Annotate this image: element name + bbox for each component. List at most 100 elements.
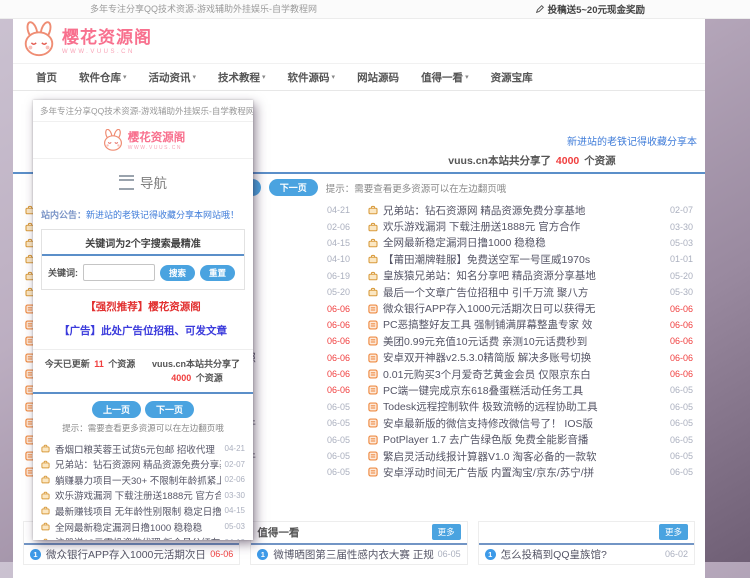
list-item[interactable]: 最后一个文章广告位招租中 引千万流 聚八方 05-30 (368, 284, 693, 300)
panel-announcement: 站内公告： 新进站的老铁记得收藏分享本网站哦！ (33, 208, 253, 225)
nav-item[interactable]: 值得一看 ▾ (410, 70, 480, 85)
list-item[interactable]: 全网最新稳定漏洞日撸1000 稳稳稳 05-03 (41, 519, 245, 535)
item-date: 06-06 (327, 369, 350, 379)
list-item[interactable]: 欢乐游戏漏洞 下载注册送1888元 官方合作 03-30 (368, 218, 693, 234)
list-item[interactable]: PotPlayer 1.7 去广告绿色版 免费全能影音播 06-05 (368, 431, 693, 447)
nav-item-label: 值得一看 (421, 70, 463, 85)
next-page-button[interactable]: 下一页 (145, 401, 194, 418)
search-box-title: 关键词为2个字搜索最精准 (42, 230, 244, 256)
announcement-text[interactable]: 新进站的老铁记得收藏分享本网站哦！ (86, 208, 239, 221)
list-item[interactable]: Todesk远程控制软件 极致流畅的远程协助工具 06-05 (368, 399, 693, 415)
nav-item[interactable]: 软件源码 ▾ (277, 70, 347, 85)
item-date: 06-05 (670, 402, 693, 412)
list-item[interactable]: 0.01元购买3个月爱奇艺黄金会员 仅限京东白 06-06 (368, 366, 693, 382)
more-button[interactable]: 更多 (432, 524, 461, 540)
briefcase-icon (41, 491, 50, 500)
item-date: 06-06 (327, 336, 350, 346)
list-item[interactable]: PC恶搞整好友工具 强制铺满屏幕整蛊专家 效 06-06 (368, 317, 693, 333)
item-date: 04-10 (327, 254, 350, 264)
list-item[interactable]: 微众银行APP存入1000元活期次日可以获得无 06-06 (368, 300, 693, 316)
nav-item[interactable]: 首页 ▾ (25, 70, 68, 85)
list-item[interactable]: PC端一键完成京东618叠蛋糕活动任务工具 06-05 (368, 382, 693, 398)
chevron-down-icon: ▾ (465, 73, 469, 81)
submit-reward-link[interactable]: 投稿送5~20元现金奖励 (535, 0, 645, 18)
box-title: 值得一看 (257, 525, 299, 540)
item-date: 05-03 (225, 522, 245, 531)
item-date: 06-05 (670, 418, 693, 428)
more-button[interactable]: 更多 (659, 524, 688, 540)
bottom-box-3: 更多 1 怎么投稿到QQ皇族馆? 06-02 (478, 521, 695, 565)
list-item[interactable]: 全网最新稳定漏洞日撸1000 稳稳稳 05-03 (368, 235, 693, 251)
prev-page-button[interactable]: 上一页 (92, 401, 141, 418)
browser-viewport: { "topbar": { "center_text": "多年专注分享QQ技术… (0, 0, 750, 562)
panel-site-logo[interactable]: 樱花资源阁 WWW.VUUS.CN (33, 122, 253, 159)
item-date: 03-30 (225, 491, 245, 500)
list-item[interactable]: 【莆田潮牌鞋服】免费送空军一号匡威1970s 01-01 (368, 251, 693, 267)
item-title: PotPlayer 1.7 去广告绿色版 免费全能影音播 (383, 432, 666, 447)
chevron-down-icon: ▾ (262, 73, 266, 81)
briefcase-icon (368, 254, 378, 264)
list-item[interactable]: 安卓双开神器v2.5.3.0精简版 解决多账号切换 06-06 (368, 350, 693, 366)
item-date: 02-06 (327, 222, 350, 232)
item-date: 02-07 (225, 460, 245, 469)
item-date: 05-20 (670, 271, 693, 281)
briefcase-icon (368, 271, 378, 281)
list-item[interactable]: 躺赚暴力项目一天30+ 不限制年龄抓紧上车 02-06 (41, 472, 245, 488)
top-utility-bar: 多年专注分享QQ技术资源-游戏辅助外挂娱乐-自学教程网 投稿送5~20元现金奖励 (0, 0, 750, 19)
item-title: 欢乐游戏漏洞 下载注册送1888元 官方合作 (383, 219, 666, 234)
item-date: 06-06 (670, 353, 693, 363)
reset-button[interactable]: 重置 (200, 265, 235, 281)
submit-reward-label: 投稿送5~20元现金奖励 (548, 2, 645, 16)
nav-item-label: 活动资讯 (149, 70, 191, 85)
briefcase-icon (368, 222, 378, 232)
item-date: 04-15 (327, 238, 350, 248)
chevron-down-icon: ▾ (193, 73, 197, 81)
briefcase-icon (41, 460, 50, 469)
item-title: 最新赚钱项目 无年龄性别限制 稳定日撸 (55, 504, 221, 518)
item-title: 注册送18元零投资做代理 新会员分红存 (55, 535, 221, 540)
item-date: 06-06 (670, 369, 693, 379)
chevron-down-icon: ▾ (332, 73, 336, 81)
box-icon (368, 385, 378, 395)
box-icon (368, 451, 378, 461)
list-item[interactable]: 欢乐游戏漏洞 下载注册送1888元 官方合作 03-30 (41, 488, 245, 504)
list-item[interactable]: 安卓浮动时间无广告版 内置淘宝/京东/苏宁/拼 06-05 (368, 464, 693, 480)
item-date: 06-06 (327, 304, 350, 314)
list-item[interactable]: 注册送18元零投资做代理 新会员分红存 04-10 (41, 534, 245, 540)
list-item[interactable]: 安卓最新版的微信支持修改微信号了！ IOS版 06-05 (368, 415, 693, 431)
nav-item[interactable]: 软件仓库 ▾ (68, 70, 138, 85)
list-item[interactable]: 1 微众银行APP存入1000元活期次日可以获得无门 06-06 (24, 545, 239, 564)
list-item[interactable]: 兄弟站：钻石资源网 精品资源免费分享基地 02-07 (368, 202, 693, 218)
total-count: 4000 (554, 155, 581, 167)
ad-slot-link[interactable]: 【广告】此处广告位招租、可发文章 (33, 323, 253, 338)
nav-item[interactable]: 技术教程 ▾ (207, 70, 277, 85)
list-item[interactable]: 皇族猿兄弟站：知名分享吧 精品资源分享基地 05-20 (368, 268, 693, 284)
item-date: 05-30 (670, 287, 693, 297)
nav-item[interactable]: 活动资讯 ▾ (138, 70, 208, 85)
list-item[interactable]: 1 怎么投稿到QQ皇族馆? 06-02 (479, 545, 694, 564)
list-item[interactable]: 1 微博晒图第三届性感内衣大赛 正规美图等你欣赏 06-05 (251, 545, 466, 564)
nav-item[interactable]: 网站源码 ▾ (346, 70, 410, 85)
list-item[interactable]: 香烟口粮芙蓉王试货5元包邮 招收代理 04-21 (41, 441, 245, 457)
keyword-input[interactable] (83, 264, 155, 281)
item-date: 03-30 (670, 222, 693, 232)
search-button[interactable]: 搜索 (160, 265, 195, 281)
item-title: 0.01元购买3个月爱奇艺黄金会员 仅限京东白 (383, 367, 666, 382)
item-title: 兄弟站：钻石资源网 精品资源免费分享基地 (55, 457, 221, 471)
item-date: 04-10 (225, 538, 245, 540)
box-icon (368, 336, 378, 346)
list-item[interactable]: 最新赚钱项目 无年龄性别限制 稳定日撸 04-15 (41, 503, 245, 519)
site-logo[interactable]: 樱花资源阁 WWW.VUUS.CN (20, 21, 152, 57)
list-item[interactable]: 美团0.99元充值10元话费 亲测10元话费秒到 06-06 (368, 333, 693, 349)
next-page-button[interactable]: 下一页 (269, 179, 318, 196)
item-date: 04-21 (225, 444, 245, 453)
briefcase-icon (368, 205, 378, 215)
box-icon (368, 369, 378, 379)
item-date: 06-05 (327, 435, 350, 445)
list-item[interactable]: 繁启灵活动线报计算器V1.0 淘客必备的一款软 06-05 (368, 448, 693, 464)
list-item[interactable]: 兄弟站：钻石资源网 精品资源免费分享基地 02-07 (41, 456, 245, 472)
box-icon (368, 418, 378, 428)
nav-item[interactable]: 资源宝库 ▾ (480, 70, 544, 85)
panel-nav-toggle[interactable]: 导航 (33, 159, 253, 208)
recommend-promo-link[interactable]: 【强烈推荐】樱花资源阁 (33, 299, 253, 314)
